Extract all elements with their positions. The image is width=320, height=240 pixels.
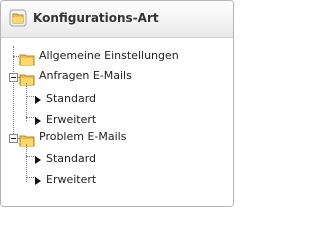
arrow-right-icon <box>35 96 41 104</box>
tree-node-label[interactable]: Erweitert <box>46 113 96 126</box>
tree-node-anfragen-emails[interactable]: Anfragen E-Mails <box>1 65 233 86</box>
folder-icon <box>19 74 35 86</box>
tree-node-general-settings[interactable]: Allgemeine Einstellungen <box>1 45 233 66</box>
configuration-panel: Konfigurations-Art Allgemeine Einstellun… <box>0 0 234 207</box>
arrow-right-icon <box>35 156 41 164</box>
panel-header: Konfigurations-Art <box>1 1 233 38</box>
tree-node-label[interactable]: Problem E-Mails <box>39 130 126 143</box>
configuration-tree[interactable]: Allgemeine Einstellungen Anfragen E-Mail… <box>1 38 233 206</box>
arrow-right-icon <box>35 117 41 125</box>
tree-node-label[interactable]: Allgemeine Einstellungen <box>39 49 179 62</box>
tree-node-label[interactable]: Standard <box>46 92 96 105</box>
tree-node-label[interactable]: Erweitert <box>46 173 96 186</box>
tree-node-label[interactable]: Standard <box>46 152 96 165</box>
arrow-right-icon <box>35 177 41 185</box>
panel-bottom-area <box>1 187 233 206</box>
tree-node-anfragen-standard[interactable]: Standard <box>1 89 233 109</box>
panel-title: Konfigurations-Art <box>33 11 159 25</box>
folder-icon <box>19 135 35 147</box>
tree-node-label[interactable]: Anfragen E-Mails <box>39 69 132 82</box>
tree-node-problem-standard[interactable]: Standard <box>1 149 233 169</box>
tree-node-problem-emails[interactable]: Problem E-Mails <box>1 126 233 147</box>
folder-icon <box>9 9 27 27</box>
